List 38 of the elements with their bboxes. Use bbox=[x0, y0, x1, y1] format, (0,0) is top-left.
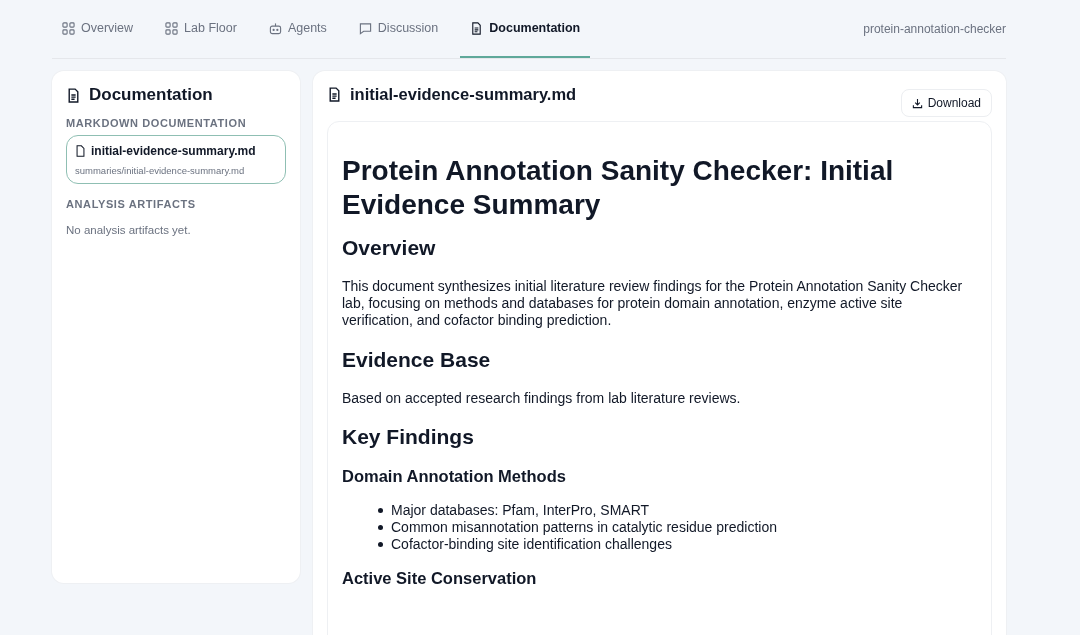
section-heading: ANALYSIS ARTIFACTS bbox=[66, 198, 197, 210]
paragraph: This document synthesizes initial literature review findings for the Protein Annotation Sanity Checker lab, focusing on methods and databases for protein domain annotation, enzyme active site verification, and cofactor binding prediction. bbox=[342, 278, 964, 330]
section-heading: Key Findings bbox=[342, 424, 475, 449]
tab[interactable]: Agents bbox=[258, 0, 337, 58]
download-icon bbox=[911, 97, 923, 109]
grid-icon bbox=[62, 21, 75, 35]
list-item: Major databases: Pfam, InterPro, SMART bbox=[391, 501, 650, 519]
bullet-icon bbox=[378, 524, 383, 530]
subsection-heading: Domain Annotation Methods bbox=[342, 466, 567, 486]
chat-icon bbox=[358, 21, 372, 35]
document-icon bbox=[470, 21, 484, 35]
list-item: Common misannotation patterns in catalytic residue prediction bbox=[391, 518, 777, 536]
bullet-icon bbox=[378, 507, 383, 513]
file-icon bbox=[75, 145, 86, 157]
tab[interactable]: Overview bbox=[52, 0, 144, 58]
file-name: initial-evidence-summary.md bbox=[91, 144, 256, 158]
empty-message: No analysis artifacts yet. bbox=[66, 224, 192, 236]
list-item: Cofactor-binding site identification challenges bbox=[391, 535, 672, 553]
subsection-heading: Active Site Conservation bbox=[342, 568, 538, 588]
document-icon bbox=[66, 87, 81, 103]
file-item[interactable]: initial-evidence-summary.md summaries/initial-evidence-summary.md bbox=[66, 135, 286, 184]
section-heading: Evidence Base bbox=[342, 347, 492, 372]
grid-icon bbox=[165, 21, 179, 35]
project-name: protein-annotation-checker bbox=[863, 22, 1006, 36]
tab[interactable]: Documentation bbox=[460, 0, 591, 58]
section-heading: Overview bbox=[342, 236, 437, 261]
tab[interactable]: Discussion bbox=[348, 0, 449, 58]
document-title: initial-evidence-summary.md bbox=[350, 85, 577, 104]
bullet-icon bbox=[378, 541, 383, 547]
tab[interactable]: Lab Floor bbox=[155, 0, 247, 58]
robot-icon bbox=[268, 21, 282, 35]
document-heading: Protein Annotation Sanity Checker: Initial Evidence Summary bbox=[342, 154, 895, 223]
sidebar-title: Documentation bbox=[89, 85, 213, 105]
file-path: summaries/initial-evidence-summary.md bbox=[75, 165, 246, 176]
section-heading: MARKDOWN DOCUMENTATION bbox=[66, 117, 248, 129]
download-button[interactable]: Download bbox=[900, 89, 992, 117]
paragraph: Based on accepted research findings from lab literature reviews. bbox=[342, 389, 742, 407]
document-icon bbox=[327, 87, 342, 102]
